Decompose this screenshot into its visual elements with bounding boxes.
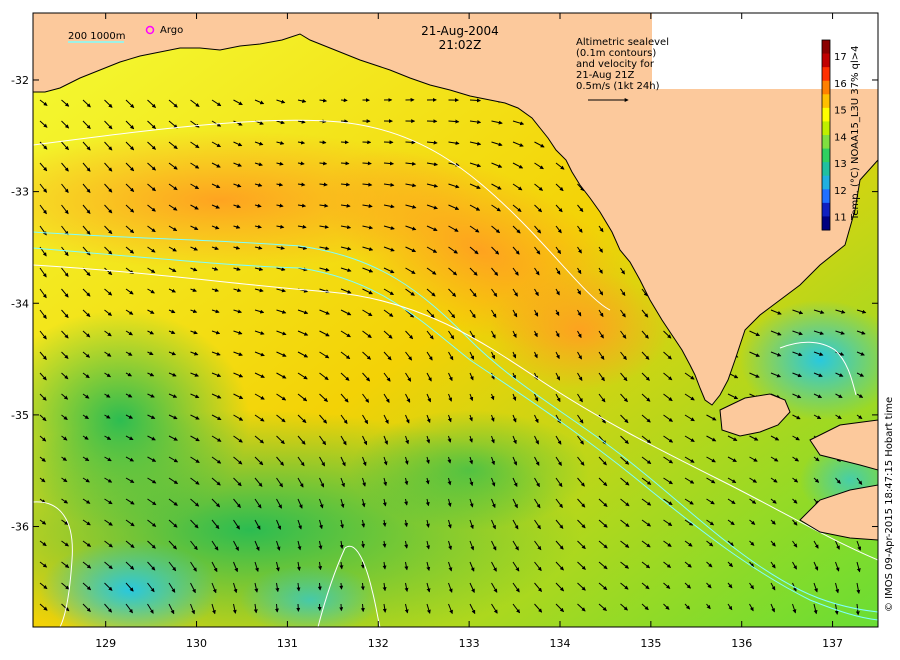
colorbar-step — [822, 202, 830, 217]
credit-text: © IMOS 09-Apr-2015 18:47:15 Hobart time — [884, 397, 895, 612]
x-tick-label: 136 — [731, 637, 752, 650]
colorbar-label: Temp. (°C) NOAA15_L3U 37% ql>4 — [850, 45, 861, 221]
colorbar-step — [822, 148, 830, 163]
map-date: 21-Aug-2004 — [421, 24, 499, 38]
velocity-arrow — [340, 161, 350, 166]
map-plot — [33, 13, 878, 627]
velocity-arrow — [405, 140, 416, 145]
colorbar-step — [822, 67, 830, 82]
velocity-arrow — [362, 161, 372, 166]
y-tick-label: -36 — [11, 521, 29, 534]
colorbar-step — [822, 135, 830, 150]
note-line: Altimetric sealevel — [576, 37, 669, 48]
colorbar-tick-label: 16 — [834, 79, 847, 90]
colorbar-tick-label: 15 — [834, 106, 847, 117]
note-line: and velocity for — [576, 59, 655, 70]
bathy-legend-label: 200 1000m — [68, 31, 125, 42]
colorbar-step — [822, 189, 830, 204]
colorbar-step — [822, 94, 830, 109]
no-data-box — [652, 13, 878, 89]
x-tick-label: 129 — [95, 637, 116, 650]
colorbar-step — [822, 40, 830, 55]
velocity-arrow — [319, 140, 327, 145]
velocity-arrow — [469, 98, 481, 103]
x-tick-label: 132 — [368, 637, 389, 650]
x-tick-label: 131 — [277, 637, 298, 650]
colorbar-step — [822, 162, 830, 177]
argo-legend-label: Argo — [160, 25, 183, 36]
x-tick-label: 134 — [549, 637, 570, 650]
colorbar-tick-label: 11 — [834, 213, 847, 224]
note-line: 0.5m/s (1kt 24h) — [576, 81, 660, 92]
colorbar-step — [822, 107, 830, 122]
x-tick-label: 137 — [822, 637, 843, 650]
x-tick-label: 130 — [186, 637, 207, 650]
colorbar-step — [822, 53, 830, 68]
y-tick-label: -33 — [11, 186, 29, 199]
note-line: (0.1m contours) — [576, 48, 656, 59]
y-tick-label: -35 — [11, 409, 29, 422]
x-tick-label: 133 — [459, 637, 480, 650]
y-tick-label: -32 — [11, 74, 29, 87]
colorbar-tick-label: 12 — [834, 186, 847, 197]
colorbar-step — [822, 175, 830, 190]
colorbar-step — [822, 216, 830, 231]
sst-map: 129 130 131 132 133 134 135 136 137 -32 -33 -34 -35… — [11, 12, 895, 650]
velocity-arrow — [317, 582, 322, 591]
colorbar-step — [822, 121, 830, 136]
colorbar-step — [822, 80, 830, 95]
velocity-arrow — [360, 582, 365, 591]
y-tick-label: -34 — [11, 297, 29, 310]
x-tick-label: 135 — [640, 637, 661, 650]
colorbar-tick-label: 13 — [834, 159, 847, 170]
colorbar-tick-label: 14 — [834, 132, 847, 143]
colorbar-tick-label: 17 — [834, 52, 847, 63]
velocity-arrow — [339, 582, 344, 590]
map-time: 21:02Z — [439, 38, 482, 52]
note-line: 21-Aug 21Z — [576, 70, 635, 81]
